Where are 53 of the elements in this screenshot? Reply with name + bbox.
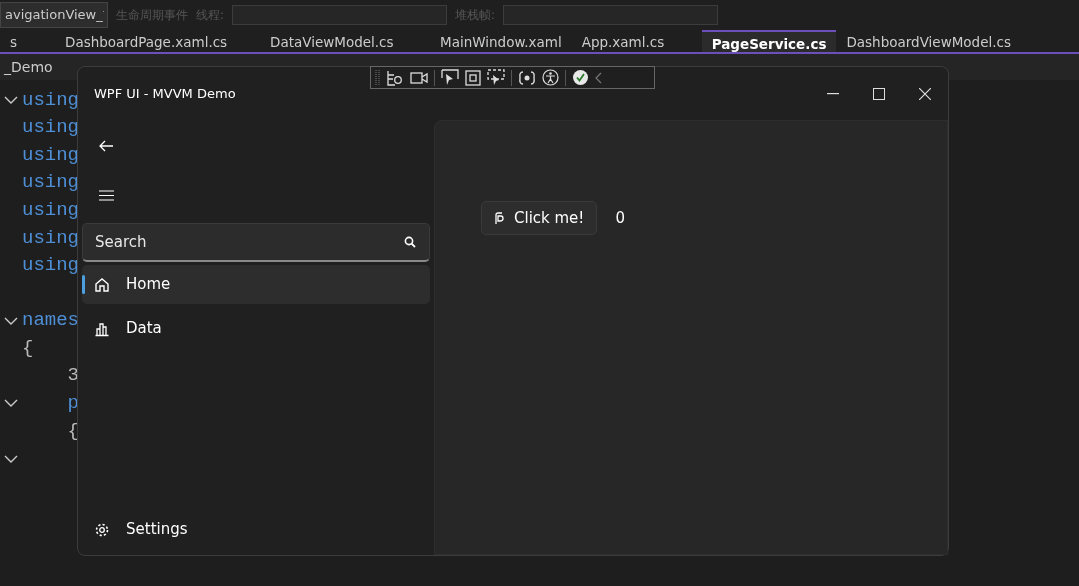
- code-text: using: [22, 225, 79, 251]
- counter-value: 0: [615, 208, 625, 229]
- code-text: using: [22, 142, 79, 168]
- editor-tab[interactable]: DataViewModel.cs: [260, 30, 430, 52]
- nav-item[interactable]: Home: [82, 265, 430, 304]
- click-me-button[interactable]: Click me!: [481, 201, 598, 235]
- settings-icon: [94, 521, 110, 538]
- search-icon: [404, 236, 416, 248]
- editor-tab[interactable]: PageService.cs: [701, 30, 837, 52]
- code-text: p: [66, 391, 79, 417]
- editor-tab[interactable]: DashboardViewModel.cs: [836, 30, 1021, 52]
- search-field[interactable]: Search: [82, 223, 430, 262]
- maximize-icon: [873, 87, 885, 100]
- window-title: WPF UI - MVVM Demo: [94, 84, 236, 103]
- back-arrow-icon: [99, 140, 113, 152]
- nav-item[interactable]: Data: [82, 309, 430, 348]
- grip-icon: [375, 69, 380, 86]
- menu-icon: [98, 189, 114, 201]
- code-text: names: [22, 308, 79, 334]
- live-tree-icon[interactable]: [386, 69, 404, 86]
- select-element-icon[interactable]: [441, 69, 459, 86]
- fold-chevron-icon[interactable]: [4, 399, 18, 408]
- home-icon: [94, 276, 110, 293]
- hot-reload-icon[interactable]: [518, 69, 536, 86]
- cursor-icon: [494, 211, 504, 225]
- editor-tab[interactable]: DashboardPage.xaml.cs: [55, 30, 260, 52]
- code-text: {: [22, 335, 34, 361]
- code-text: {: [66, 418, 79, 444]
- accessibility-icon[interactable]: [542, 69, 559, 86]
- project-name: _Demo: [4, 59, 53, 75]
- fold-chevron-icon[interactable]: [4, 95, 18, 104]
- editor-tab[interactable]: s: [0, 30, 55, 52]
- code-text: using: [22, 115, 79, 141]
- editor-tab[interactable]: App.xaml.cs: [571, 30, 702, 52]
- fold-chevron-icon[interactable]: [4, 454, 18, 463]
- code-text: using: [22, 253, 79, 279]
- display-adorner-icon[interactable]: [487, 69, 505, 86]
- editor-tab[interactable]: MainWindow.xaml: [430, 30, 572, 52]
- close-icon: [919, 87, 931, 100]
- code-text: using: [22, 170, 79, 196]
- code-text: using: [22, 197, 79, 223]
- square-frame-icon[interactable]: [465, 69, 481, 86]
- dropdown-value: avigationView_: [5, 6, 103, 25]
- code-text: 3: [66, 363, 79, 389]
- code-text: using: [22, 87, 79, 113]
- chevron-left-icon[interactable]: [595, 71, 602, 84]
- checkmark-circle-icon[interactable]: [572, 69, 589, 86]
- nav-item[interactable]: Settings: [82, 510, 430, 549]
- project-dropdown[interactable]: avigationView_: [0, 2, 108, 28]
- fold-chevron-icon[interactable]: [4, 316, 18, 325]
- minimize-icon: [827, 92, 839, 95]
- video-camera-icon[interactable]: [410, 71, 428, 84]
- bar-chart-icon: [94, 320, 110, 337]
